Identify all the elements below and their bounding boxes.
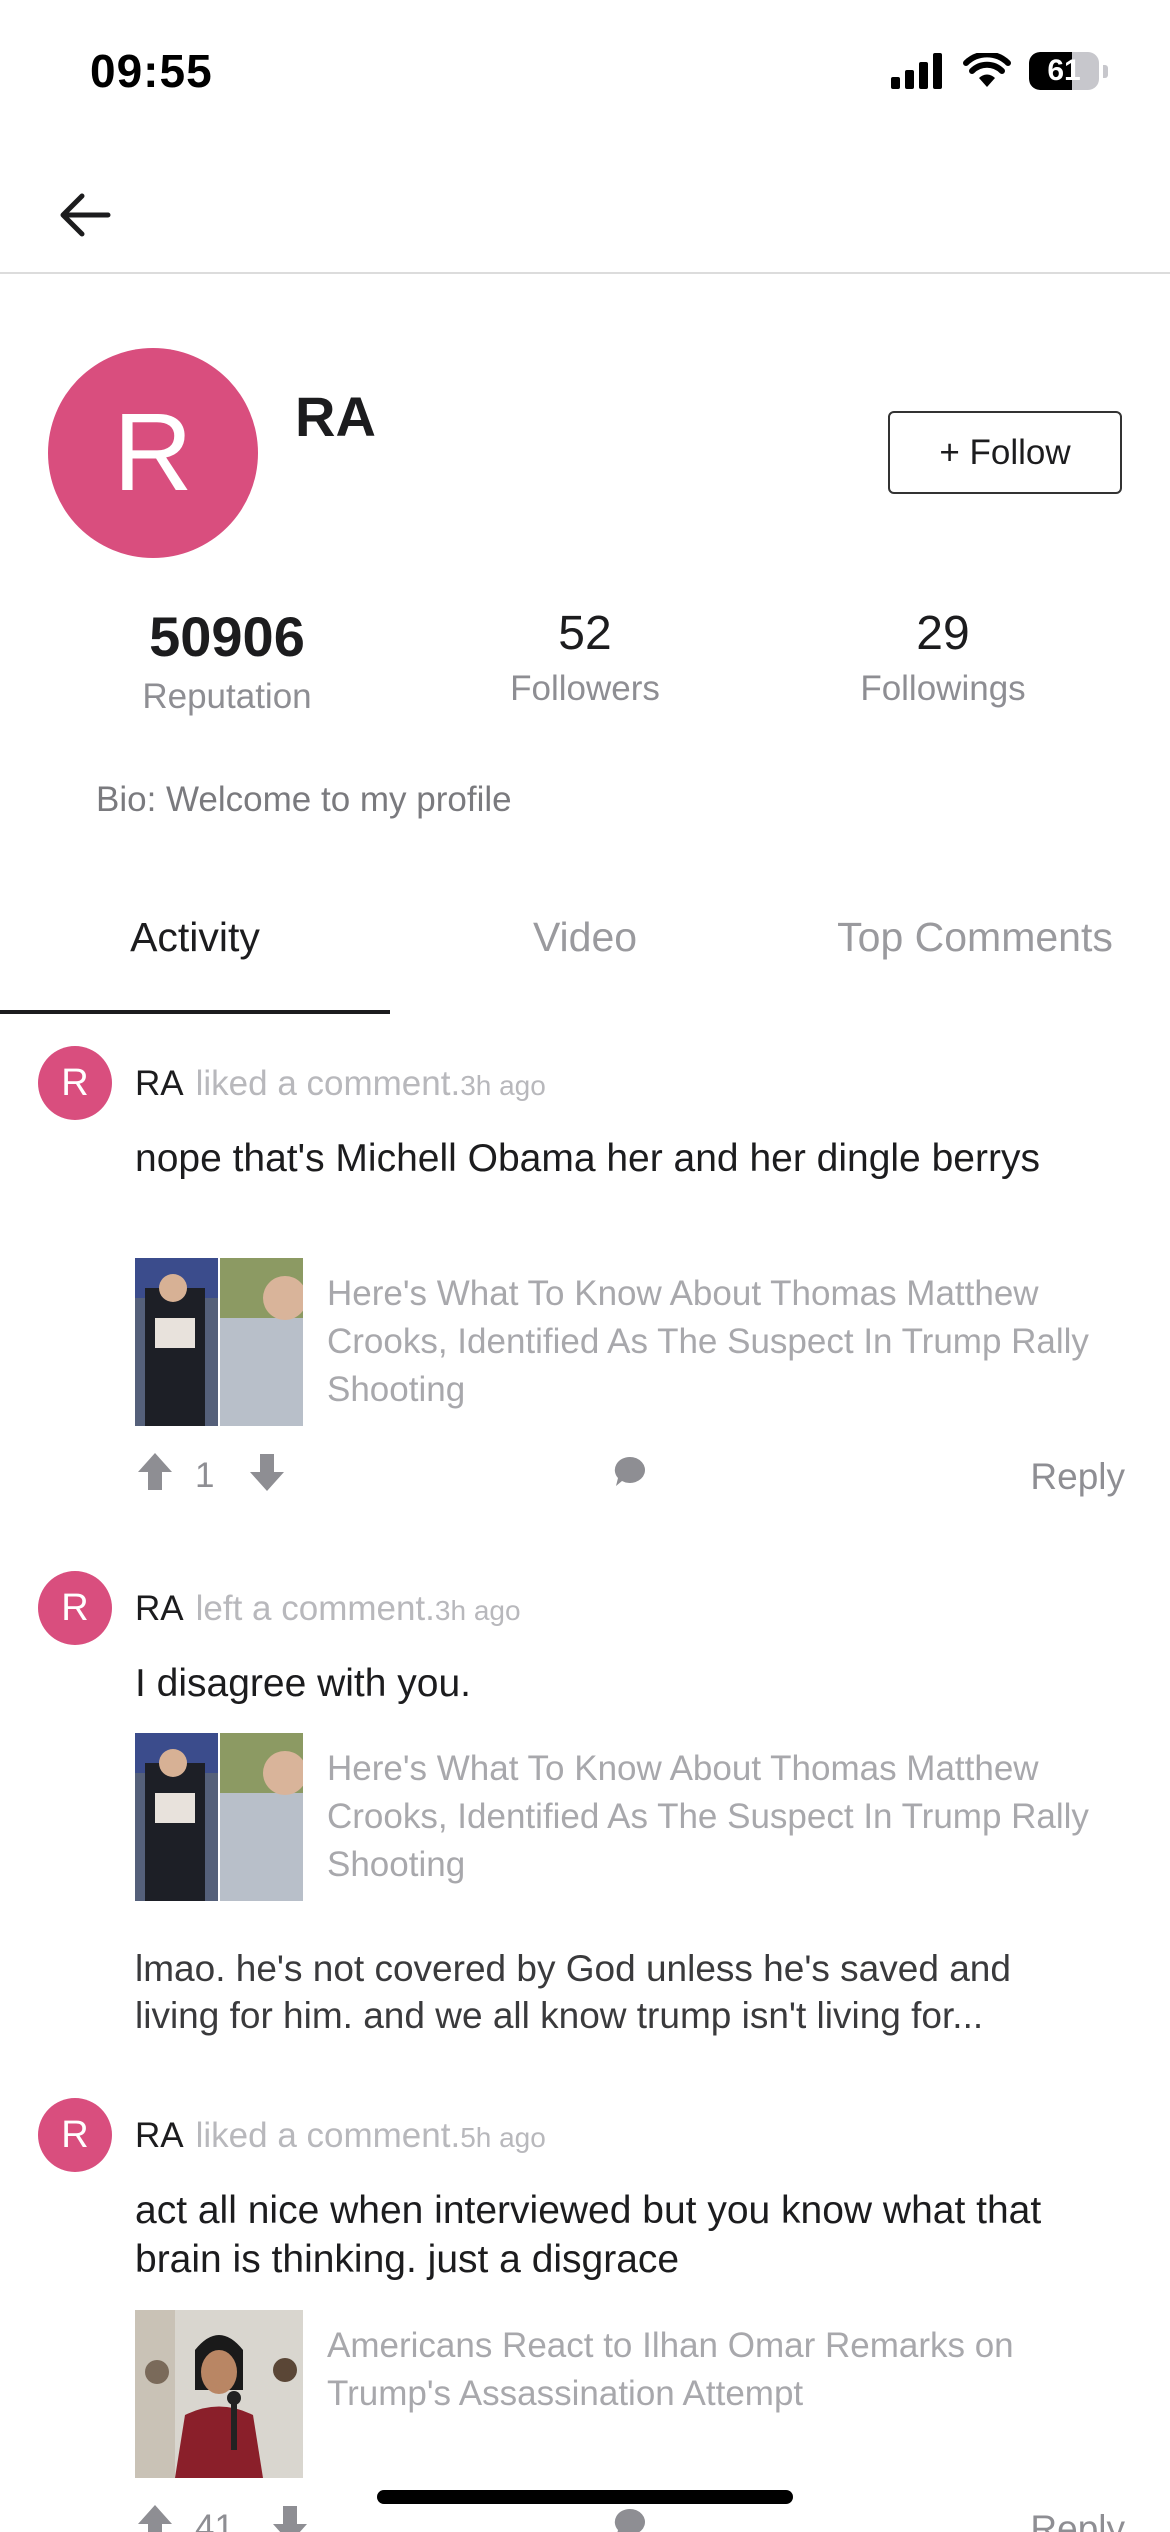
follow-button[interactable]: + Follow <box>888 411 1122 494</box>
article-link[interactable]: Americans React to Ilhan Omar Remarks on… <box>135 2310 1115 2478</box>
battery-cap <box>1103 64 1108 78</box>
activity-user[interactable]: RA <box>135 2116 184 2155</box>
followers-value: 52 <box>558 607 612 660</box>
back-button[interactable] <box>50 180 120 250</box>
article-link[interactable]: Here's What To Know About Thomas Matthew… <box>135 1733 1115 1901</box>
article-thumbnail <box>135 2310 303 2478</box>
battery-icon: 61 <box>1029 52 1099 90</box>
activity-time: 3h ago <box>460 1070 546 1101</box>
activity-item: R RA liked a comment.5h ago act all nice … <box>0 2092 1170 2532</box>
tab-video[interactable]: Video <box>390 914 780 961</box>
battery-level: 61 <box>1047 54 1081 87</box>
profile-bio: Bio: Welcome to my profile <box>96 780 512 819</box>
status-icons: 61 <box>891 52 1108 90</box>
status-bar: 09:55 61 <box>0 0 1170 150</box>
article-title: Americans React to Ilhan Omar Remarks on… <box>327 2326 1014 2413</box>
thumbs-up-icon[interactable] <box>135 2502 175 2532</box>
article-thumbnail <box>135 1733 303 1901</box>
profile-name: RA <box>295 385 376 448</box>
activity-action: left a comment. <box>195 1589 435 1628</box>
signal-icon <box>891 53 942 89</box>
followers-label: Followers <box>510 669 660 708</box>
vote-count: 1 <box>195 1456 215 1495</box>
article-link[interactable]: Here's What To Know About Thomas Matthew… <box>135 1258 1115 1426</box>
activity-user[interactable]: RA <box>135 1064 184 1103</box>
stat-followings[interactable]: 29 Followings <box>773 606 1113 709</box>
stat-followers[interactable]: 52 Followers <box>415 606 755 709</box>
reply-button[interactable]: Reply <box>1030 1456 1125 1498</box>
back-arrow-icon <box>60 193 111 237</box>
activity-avatar[interactable]: R <box>38 1571 112 1645</box>
comment-text[interactable]: I disagree with you. <box>135 1659 1065 1708</box>
comment-text[interactable]: act all nice when interviewed but you kn… <box>135 2186 1065 2284</box>
activity-actions: 1 Reply <box>135 1450 1125 1510</box>
nav-bar <box>0 150 1170 274</box>
activity-item: R RA liked a comment.3h ago nope that's M… <box>0 1040 1170 1540</box>
activity-header: RA left a comment.3h ago <box>135 1589 521 1629</box>
activity-user[interactable]: RA <box>135 1589 184 1628</box>
active-tab-indicator <box>0 1010 390 1014</box>
activity-item: R RA left a comment.3h ago I disagree wit… <box>0 1565 1170 2036</box>
status-time: 09:55 <box>90 45 213 97</box>
comment-bubble-icon[interactable] <box>612 1454 648 1490</box>
reply-button[interactable]: Reply <box>1030 2508 1125 2532</box>
activity-time: 3h ago <box>434 1595 521 1626</box>
reputation-value: 50906 <box>149 605 305 668</box>
article-thumbnail <box>135 1258 303 1426</box>
wifi-icon <box>963 53 1011 87</box>
article-title: Here's What To Know About Thomas Matthew… <box>327 1749 1089 1884</box>
tab-top-comments[interactable]: Top Comments <box>780 914 1170 961</box>
comment-bubble-icon[interactable] <box>612 2506 648 2532</box>
article-title: Here's What To Know About Thomas Matthew… <box>327 1274 1089 1409</box>
stat-reputation: 50906 Reputation <box>57 604 397 717</box>
activity-header: RA liked a comment.3h ago <box>135 1064 546 1104</box>
followings-label: Followings <box>860 669 1026 708</box>
reply-excerpt[interactable]: lmao. he's not covered by God unless he'… <box>135 1945 1095 2039</box>
vote-count: 41 <box>195 2508 234 2532</box>
activity-time: 5h ago <box>460 2122 546 2153</box>
thumbs-up-icon[interactable] <box>135 1450 175 1494</box>
comment-text[interactable]: nope that's Michell Obama her and her di… <box>135 1134 1065 1183</box>
activity-avatar[interactable]: R <box>38 1046 112 1120</box>
activity-action: liked a comment. <box>195 2116 461 2155</box>
activity-avatar[interactable]: R <box>38 2098 112 2172</box>
activity-actions: 41 Reply <box>135 2502 1125 2532</box>
activity-action: liked a comment. <box>195 1064 461 1103</box>
thumbs-down-icon[interactable] <box>270 2502 310 2532</box>
profile-avatar: R <box>48 348 258 558</box>
thumbs-down-icon[interactable] <box>247 1450 287 1494</box>
home-indicator[interactable] <box>377 2490 793 2504</box>
reputation-label: Reputation <box>142 677 312 716</box>
activity-header: RA liked a comment.5h ago <box>135 2116 546 2156</box>
followings-value: 29 <box>916 607 970 660</box>
tab-activity[interactable]: Activity <box>0 914 390 961</box>
profile-tabs: Activity Video Top Comments <box>0 900 1170 1014</box>
